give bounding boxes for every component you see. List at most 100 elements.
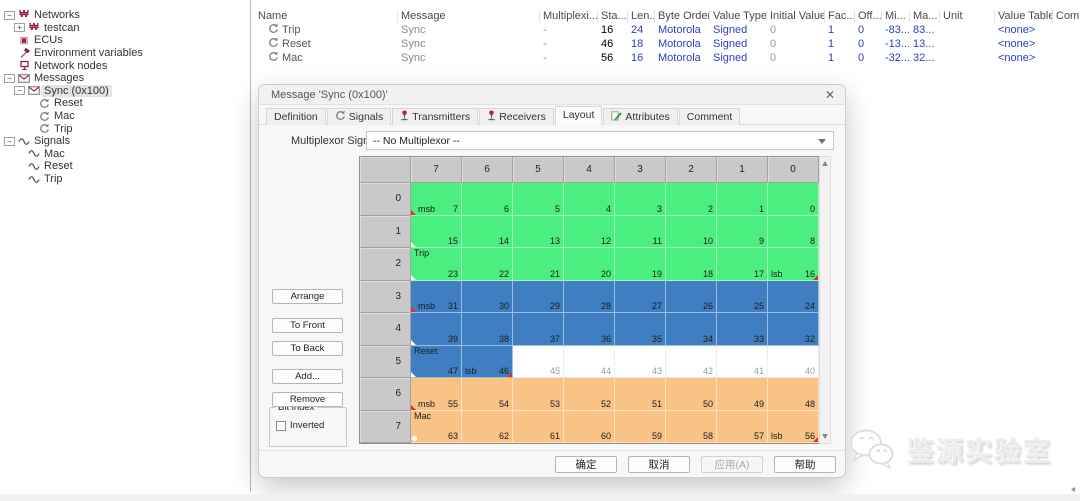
bit-cell-mac[interactable]: 60 bbox=[564, 411, 615, 444]
bit-cell-trip[interactable]: msb7 bbox=[411, 183, 462, 216]
bit-cell-trip[interactable]: 11 bbox=[615, 216, 666, 249]
table-row[interactable]: TripSync-1624MotorolaSigned010-83...83..… bbox=[255, 23, 1080, 37]
bit-cell-trip[interactable]: Trip23 bbox=[411, 248, 462, 281]
to-back-button[interactable]: To Back bbox=[272, 341, 343, 356]
bit-cell-reset[interactable]: lsb46 bbox=[462, 346, 513, 379]
bit-cell-trip[interactable]: 1 bbox=[717, 183, 768, 216]
expand-icon[interactable]: + bbox=[14, 23, 25, 32]
bit-cell-reset[interactable]: 24 bbox=[768, 281, 819, 314]
tree-item-mac[interactable]: Mac bbox=[0, 110, 249, 123]
bit-cell-mac[interactable]: msb55 bbox=[411, 378, 462, 411]
inverted-checkbox[interactable]: Inverted bbox=[276, 420, 324, 431]
column-header-unit[interactable]: Unit bbox=[940, 10, 995, 23]
bit-cell-reset[interactable]: 27 bbox=[615, 281, 666, 314]
bit-cell-trip[interactable]: 3 bbox=[615, 183, 666, 216]
bit-cell-mac[interactable]: 52 bbox=[564, 378, 615, 411]
bit-cell-trip[interactable]: 6 bbox=[462, 183, 513, 216]
bit-cell-mac[interactable]: 54 bbox=[462, 378, 513, 411]
bit-cell-trip[interactable]: 19 bbox=[615, 248, 666, 281]
bit-cell-trip[interactable]: 17 bbox=[717, 248, 768, 281]
bit-cell-trip[interactable]: 22 bbox=[462, 248, 513, 281]
collapse-icon[interactable]: − bbox=[14, 86, 25, 95]
tree-item-reset[interactable]: Reset bbox=[0, 160, 249, 173]
table-row[interactable]: MacSync-5616MotorolaSigned010-32...32...… bbox=[255, 51, 1080, 65]
remove-button[interactable]: Remove bbox=[272, 392, 343, 407]
bit-cell-mac[interactable]: Mac63 bbox=[411, 411, 462, 444]
collapse-icon[interactable]: − bbox=[4, 74, 15, 83]
column-header-initial-value[interactable]: Initial Value bbox=[767, 10, 825, 23]
tree-item-testcan[interactable]: +₩testcan bbox=[0, 22, 249, 35]
footer-button-帮助[interactable]: 帮助 bbox=[774, 456, 836, 473]
tree-item-trip[interactable]: Trip bbox=[0, 122, 249, 135]
bit-cell-trip[interactable]: 14 bbox=[462, 216, 513, 249]
bit-cell-reset[interactable]: msb31 bbox=[411, 281, 462, 314]
bit-cell-trip[interactable]: 13 bbox=[513, 216, 564, 249]
panel-divider[interactable] bbox=[250, 0, 251, 492]
bit-cell-reset[interactable]: 25 bbox=[717, 281, 768, 314]
bit-cell-empty[interactable]: 44 bbox=[564, 346, 615, 379]
column-header-multiplexi-[interactable]: Multiplexi... bbox=[540, 10, 598, 23]
bit-cell-trip[interactable]: 4 bbox=[564, 183, 615, 216]
tree-item-sync-0x100-[interactable]: −Sync (0x100) bbox=[0, 85, 249, 98]
bit-cell-empty[interactable]: 41 bbox=[717, 346, 768, 379]
bit-cell-mac[interactable]: 49 bbox=[717, 378, 768, 411]
column-header-value-type[interactable]: Value Type bbox=[710, 10, 767, 23]
tree-item-ecus[interactable]: ▣ECUs bbox=[0, 34, 249, 47]
checkbox-icon[interactable] bbox=[276, 421, 286, 431]
bit-cell-trip[interactable]: 18 bbox=[666, 248, 717, 281]
bit-cell-reset[interactable]: 33 bbox=[717, 313, 768, 346]
bit-cell-trip[interactable]: 21 bbox=[513, 248, 564, 281]
bit-cell-empty[interactable]: 42 bbox=[666, 346, 717, 379]
bit-cell-mac[interactable]: 53 bbox=[513, 378, 564, 411]
bit-cell-reset[interactable]: 30 bbox=[462, 281, 513, 314]
column-header-off-[interactable]: Off... bbox=[855, 10, 882, 23]
bit-cell-trip[interactable]: 9 bbox=[717, 216, 768, 249]
scroll-down-icon[interactable] bbox=[822, 434, 828, 439]
tab-signals[interactable]: Signals bbox=[327, 108, 391, 125]
grid-scrollbar[interactable] bbox=[819, 156, 831, 444]
tab-attributes[interactable]: Attributes bbox=[603, 108, 677, 125]
bit-cell-mac[interactable]: 48 bbox=[768, 378, 819, 411]
tab-comment[interactable]: Comment bbox=[679, 108, 741, 125]
footer-button-取消[interactable]: 取消 bbox=[628, 456, 690, 473]
bit-cell-trip[interactable]: 20 bbox=[564, 248, 615, 281]
bit-cell-reset[interactable]: 29 bbox=[513, 281, 564, 314]
bit-cell-reset[interactable]: 38 bbox=[462, 313, 513, 346]
column-header-ma-[interactable]: Ma... bbox=[910, 10, 940, 23]
bit-cell-reset[interactable]: 32 bbox=[768, 313, 819, 346]
tab-receivers[interactable]: Receivers bbox=[479, 108, 554, 125]
bit-cell-reset[interactable]: 39 bbox=[411, 313, 462, 346]
bit-cell-reset[interactable]: 35 bbox=[615, 313, 666, 346]
collapse-icon[interactable]: − bbox=[4, 11, 15, 20]
bit-cell-mac[interactable]: lsb56 bbox=[768, 411, 819, 444]
bit-cell-reset[interactable]: Reset47 bbox=[411, 346, 462, 379]
tree-item-trip[interactable]: Trip bbox=[0, 173, 249, 186]
column-header-comm[interactable]: Comm bbox=[1053, 10, 1080, 23]
bit-cell-trip[interactable]: 15 bbox=[411, 216, 462, 249]
bit-cell-mac[interactable]: 59 bbox=[615, 411, 666, 444]
bit-cell-mac[interactable]: 50 bbox=[666, 378, 717, 411]
column-header-len-[interactable]: Len... bbox=[628, 10, 655, 23]
bit-cell-reset[interactable]: 36 bbox=[564, 313, 615, 346]
table-row[interactable]: ResetSync-4618MotorolaSigned010-13...13.… bbox=[255, 37, 1080, 51]
column-header-fac-[interactable]: Fac... bbox=[825, 10, 855, 23]
column-header-value-table[interactable]: Value Table bbox=[995, 10, 1053, 23]
to-front-button[interactable]: To Front bbox=[272, 318, 343, 333]
footer-button-确定[interactable]: 确定 bbox=[555, 456, 617, 473]
bit-cell-trip[interactable]: 2 bbox=[666, 183, 717, 216]
bit-cell-reset[interactable]: 34 bbox=[666, 313, 717, 346]
tree-item-network-nodes[interactable]: Network nodes bbox=[0, 59, 249, 72]
tree-item-reset[interactable]: Reset bbox=[0, 97, 249, 110]
column-header-mi-[interactable]: Mi... bbox=[882, 10, 910, 23]
bit-cell-empty[interactable]: 43 bbox=[615, 346, 666, 379]
bit-cell-empty[interactable]: 45 bbox=[513, 346, 564, 379]
scroll-up-icon[interactable] bbox=[822, 161, 828, 166]
bit-cell-trip[interactable]: 10 bbox=[666, 216, 717, 249]
bit-cell-mac[interactable]: 58 bbox=[666, 411, 717, 444]
bit-cell-mac[interactable]: 62 bbox=[462, 411, 513, 444]
column-header-name[interactable]: Name bbox=[255, 10, 398, 23]
dialog-titlebar[interactable]: Message 'Sync (0x100)' ✕ bbox=[259, 85, 845, 105]
tree-item-mac[interactable]: Mac bbox=[0, 148, 249, 161]
tab-layout[interactable]: Layout bbox=[555, 106, 603, 125]
bit-cell-mac[interactable]: 61 bbox=[513, 411, 564, 444]
